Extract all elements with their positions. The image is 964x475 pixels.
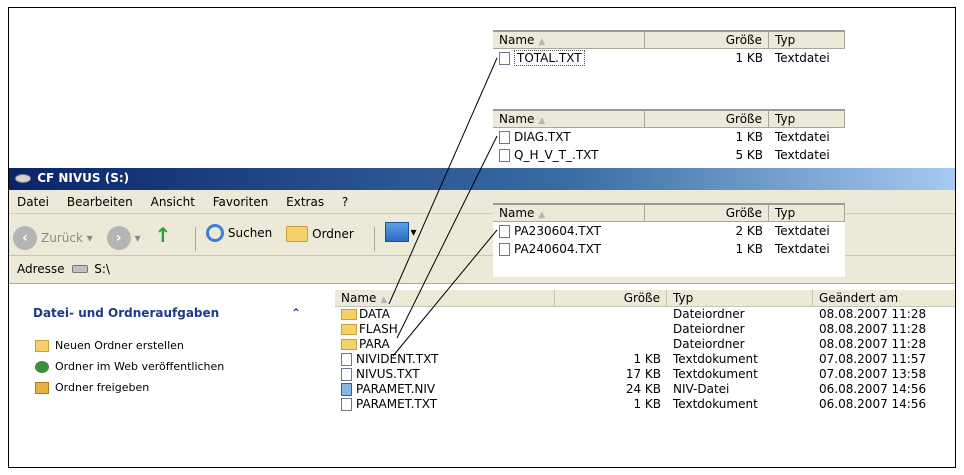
task-publish-web[interactable]: Ordner im Web veröffentlichen — [35, 360, 299, 373]
views-button[interactable]: ▾ — [384, 222, 417, 242]
chevron-down-icon: ▾ — [82, 231, 93, 245]
text-file-icon — [499, 149, 510, 162]
text-file-icon — [341, 353, 352, 366]
content-area: Datei- und Ordneraufgaben ⌃ Neuen Ordner… — [9, 285, 955, 467]
sort-up-icon: ▲ — [538, 210, 546, 220]
text-file-icon — [499, 131, 510, 144]
menu-favoriten[interactable]: Favoriten — [213, 195, 269, 209]
overlay-flash-folder: Name ▲ Größe Typ DIAG.TXT 1 KB Textdatei … — [493, 109, 845, 164]
overlay-column-name[interactable]: Name ▲ — [493, 32, 645, 49]
sort-up-icon: ▲ — [380, 295, 388, 305]
views-icon — [384, 222, 409, 242]
overlay-column-type[interactable]: Typ — [769, 111, 845, 128]
overlay-file-row[interactable]: TOTAL.TXT 1 KB Textdatei — [493, 49, 845, 67]
folder-icon — [286, 226, 309, 242]
share-folder-icon — [35, 381, 49, 394]
text-file-icon — [499, 52, 510, 65]
overlay-para-folder: Name ▲ Größe Typ PA230604.TXT 2 KB Textda… — [493, 203, 845, 277]
niv-file-icon — [341, 383, 352, 396]
overlay-column-size[interactable]: Größe — [645, 111, 769, 128]
text-file-icon — [499, 243, 510, 256]
file-row[interactable]: NIVUS.TXT 17 KB Textdokument 07.08.2007 … — [335, 367, 955, 382]
overlay-column-size[interactable]: Größe — [645, 32, 769, 49]
menu-help[interactable]: ? — [342, 195, 348, 209]
up-button[interactable]: ↑ — [154, 223, 175, 247]
task-pane: Datei- und Ordneraufgaben ⌃ Neuen Ordner… — [23, 301, 311, 406]
drive-icon — [72, 265, 89, 273]
menu-ansicht[interactable]: Ansicht — [151, 195, 195, 209]
search-icon — [205, 224, 224, 242]
menu-bearbeiten[interactable]: Bearbeiten — [67, 195, 133, 209]
menu-extras[interactable]: Extras — [286, 195, 324, 209]
task-pane-header[interactable]: Datei- und Ordneraufgaben ⌃ — [23, 301, 311, 327]
overlay-column-type[interactable]: Typ — [769, 32, 845, 49]
file-row[interactable]: FLASH Dateiordner 08.08.2007 11:28 — [335, 322, 955, 337]
folder-icon — [341, 309, 357, 320]
overlay-column-size[interactable]: Größe — [645, 205, 769, 222]
overlay-file-row[interactable]: DIAG.TXT 1 KB Textdatei — [493, 128, 845, 146]
text-file-icon — [341, 398, 352, 411]
folder-icon — [341, 324, 357, 335]
sort-up-icon: ▲ — [538, 37, 546, 47]
sort-up-icon: ▲ — [538, 116, 546, 126]
menu-datei[interactable]: Datei — [17, 195, 49, 209]
overlay-column-name[interactable]: Name ▲ — [493, 205, 645, 222]
toolbar-separator — [373, 226, 375, 251]
back-arrow-icon: ‹ — [13, 226, 37, 250]
window-titlebar[interactable]: CF NIVUS (S:) — [9, 168, 955, 190]
search-button[interactable]: Suchen — [205, 224, 272, 242]
folders-button[interactable]: Ordner — [286, 226, 354, 242]
file-list: Name ▲ Größe Typ Geändert am DATA Dateior… — [335, 290, 955, 412]
task-new-folder[interactable]: Neuen Ordner erstellen — [35, 339, 299, 352]
address-input[interactable]: S:\ — [94, 262, 110, 276]
folder-up-icon: ↑ — [154, 223, 172, 247]
overlay-column-name[interactable]: Name ▲ — [493, 111, 645, 128]
file-row[interactable]: PARAMET.TXT 1 KB Textdokument 06.08.2007… — [335, 397, 955, 412]
globe-icon — [35, 360, 49, 373]
column-header-size[interactable]: Größe — [555, 290, 667, 307]
overlay-file-row[interactable]: Q_H_V_T_.TXT 5 KB Textdatei — [493, 146, 845, 164]
task-pane-title: Datei- und Ordneraufgaben — [33, 306, 220, 320]
column-header-type[interactable]: Typ — [667, 290, 813, 307]
task-share-folder[interactable]: Ordner freigeben — [35, 381, 299, 394]
forward-button[interactable]: › ▾ — [106, 226, 141, 250]
overlay-data-folder: Name ▲ Größe Typ TOTAL.TXT 1 KB Textdatei — [493, 30, 845, 67]
overlay-column-type[interactable]: Typ — [769, 205, 845, 222]
chevron-down-icon: ▾ — [410, 225, 417, 239]
folder-icon — [341, 339, 357, 350]
address-label: Adresse — [17, 262, 65, 276]
figure-frame: CF NIVUS (S:) Datei Bearbeiten Ansicht F… — [8, 7, 956, 468]
forward-arrow-icon: › — [106, 226, 131, 250]
collapse-icon[interactable]: ⌃ — [291, 306, 301, 322]
new-folder-icon — [35, 339, 49, 352]
column-header-modified[interactable]: Geändert am — [813, 290, 955, 307]
file-row[interactable]: PARA Dateiordner 08.08.2007 11:28 — [335, 337, 955, 352]
drive-icon — [15, 174, 31, 183]
text-file-icon — [499, 225, 510, 238]
file-row[interactable]: DATA Dateiordner 08.08.2007 11:28 — [335, 307, 955, 322]
file-row[interactable]: PARAMET.NIV 24 KB NIV-Datei 06.08.2007 1… — [335, 382, 955, 397]
chevron-down-icon: ▾ — [134, 231, 141, 245]
back-button[interactable]: ‹ Zurück ▾ — [13, 226, 93, 250]
overlay-file-row[interactable]: PA230604.TXT 2 KB Textdatei — [493, 222, 845, 240]
column-header-name[interactable]: Name ▲ — [335, 290, 555, 307]
text-file-icon — [341, 368, 352, 381]
overlay-file-row[interactable]: PA240604.TXT 1 KB Textdatei — [493, 240, 845, 258]
window-title: CF NIVUS (S:) — [37, 171, 130, 185]
file-list-header: Name ▲ Größe Typ Geändert am — [335, 290, 955, 307]
file-row[interactable]: NIVIDENT.TXT 1 KB Textdokument 07.08.200… — [335, 352, 955, 367]
toolbar-separator — [195, 226, 197, 251]
